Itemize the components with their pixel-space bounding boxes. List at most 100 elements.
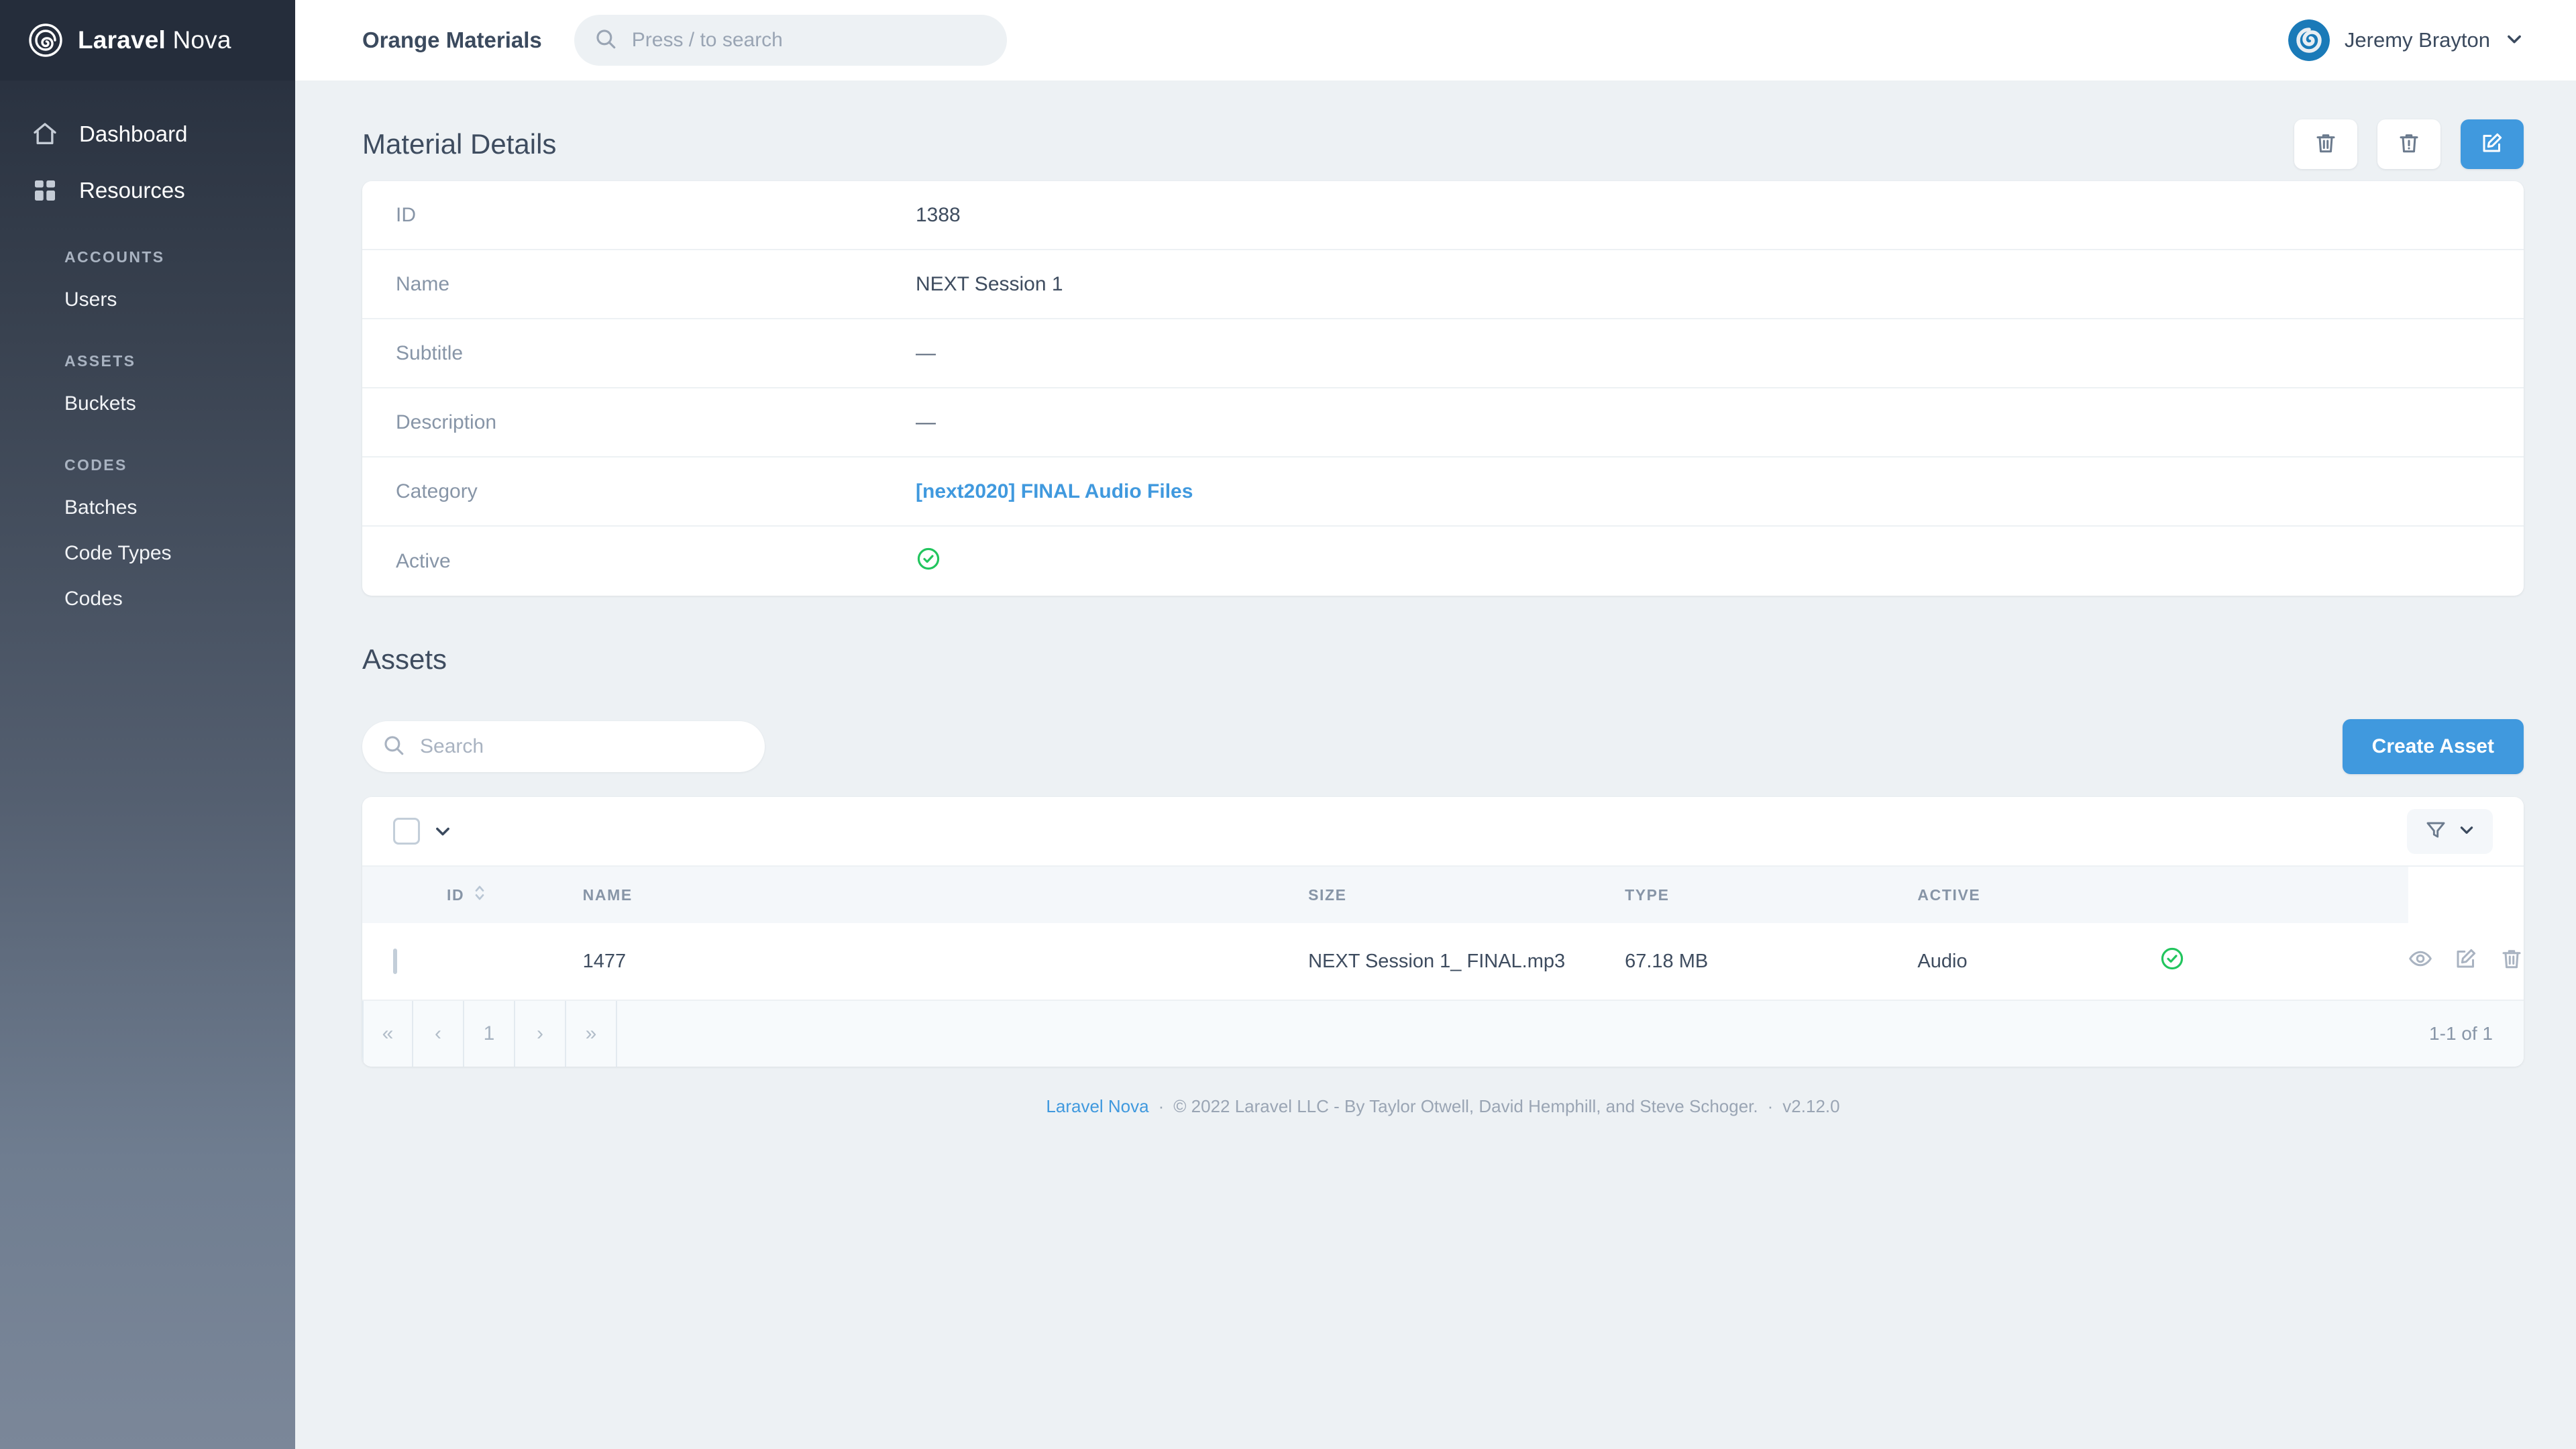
trash-alert-icon [2397, 131, 2421, 158]
material-details-card: ID 1388 Name NEXT Session 1 Subtitle — D… [362, 181, 2524, 596]
trash-icon [2314, 131, 2338, 158]
detail-label: ID [396, 203, 416, 226]
select-all-dropdown-chevron-down-icon[interactable] [433, 822, 452, 841]
pagination-first[interactable]: « [362, 1001, 413, 1067]
sidebar-item-code-types[interactable]: Code Types [0, 531, 295, 576]
assets-table-card: ID NAME SIZE TYPE ACTIVE 1477 NEXT Sessi… [362, 797, 2524, 1067]
table-row[interactable]: 1477 NEXT Session 1_ FINAL.mp3 67.18 MB … [362, 923, 2524, 1001]
pagination-last[interactable]: » [566, 1001, 617, 1067]
sidebar-item-resources[interactable]: Resources [0, 162, 295, 219]
category-link[interactable]: [next2020] FINAL Audio Files [916, 480, 1193, 503]
material-details-header: Material Details [362, 80, 2524, 181]
brand-name-bold: Laravel [78, 26, 166, 54]
chevron-down-icon [2458, 821, 2475, 842]
sidebar-item-label: Dashboard [79, 121, 188, 146]
user-menu[interactable]: Jeremy Brayton [2288, 19, 2524, 61]
brand-name-light: Nova [172, 26, 231, 54]
trash-icon[interactable] [2500, 947, 2524, 976]
edit-pencil-icon [2480, 131, 2504, 158]
sidebar: Laravel Nova Dashboard Resources ACCOUNT… [0, 0, 295, 1449]
detail-label: Active [396, 549, 451, 572]
pagination-next[interactable]: › [515, 1001, 566, 1067]
sidebar-group-assets: ASSETS [64, 352, 136, 370]
cell-size: 67.18 MB [1625, 923, 1918, 1001]
footer-version: v2.12.0 [1782, 1096, 1840, 1116]
assets-table: ID NAME SIZE TYPE ACTIVE 1477 NEXT Sessi… [362, 867, 2524, 1001]
search-icon [594, 28, 617, 54]
assets-toolbar: Search Create Asset [362, 696, 2524, 797]
detail-value-name: NEXT Session 1 [916, 272, 1063, 295]
column-label: NAME [582, 885, 633, 904]
column-header-id[interactable]: ID [362, 867, 583, 923]
assets-title: Assets [362, 643, 447, 675]
app-root: Laravel Nova Dashboard Resources ACCOUNT… [0, 0, 2576, 1449]
detail-value-subtitle: — [916, 341, 936, 364]
cell-active [2159, 923, 2408, 1001]
view-icon[interactable] [2408, 947, 2432, 976]
sort-arrows-icon [474, 883, 486, 907]
detail-row-id: ID 1388 [362, 181, 2524, 250]
user-name-label: Jeremy Brayton [2344, 28, 2490, 52]
sidebar-group-accounts: ACCOUNTS [64, 248, 165, 266]
delete-button[interactable] [2294, 119, 2357, 169]
detail-row-description: Description — [362, 388, 2524, 458]
pagination-controls: « ‹ 1 › » [362, 1001, 617, 1067]
assets-search-placeholder: Search [420, 735, 484, 757]
detail-row-name: Name NEXT Session 1 [362, 250, 2524, 319]
chevron-down-icon [2505, 30, 2524, 52]
create-asset-button[interactable]: Create Asset [2342, 719, 2524, 774]
detail-row-subtitle: Subtitle — [362, 319, 2524, 388]
sidebar-nav: Dashboard Resources ACCOUNTS Users ASSET… [0, 80, 295, 622]
active-status-icon-wrap [916, 546, 941, 577]
global-search-input[interactable]: Press / to search [574, 15, 1007, 66]
sidebar-item-batches[interactable]: Batches [0, 485, 295, 531]
sidebar-item-label: Resources [79, 178, 185, 203]
column-header-active: ACTIVE [1917, 867, 2159, 923]
assets-search-input[interactable]: Search [362, 721, 765, 772]
footer-separator: · [1158, 1096, 1165, 1116]
nova-spiral-logo-icon [28, 23, 63, 58]
check-circle-icon [2159, 947, 2185, 976]
pagination-prev[interactable]: ‹ [413, 1001, 464, 1067]
detail-row-category: Category [next2020] FINAL Audio Files [362, 458, 2524, 527]
footer-nova-link[interactable]: Laravel Nova [1046, 1096, 1148, 1117]
sidebar-item-users[interactable]: Users [0, 277, 295, 323]
row-checkbox[interactable] [393, 948, 397, 974]
assets-table-body: 1477 NEXT Session 1_ FINAL.mp3 67.18 MB … [362, 923, 2524, 1001]
detail-value-description: — [916, 411, 936, 433]
brand-logo-area[interactable]: Laravel Nova [0, 0, 295, 80]
column-label: TYPE [1625, 885, 1670, 904]
pagination-page-1[interactable]: 1 [464, 1001, 515, 1067]
sidebar-group-codes: CODES [64, 456, 127, 474]
sidebar-item-codes[interactable]: Codes [0, 576, 295, 622]
detail-label: Category [396, 480, 478, 502]
footer: Laravel Nova · © 2022 Laravel LLC - By T… [362, 1067, 2524, 1117]
home-icon [31, 120, 59, 148]
select-all-checkbox[interactable] [393, 818, 420, 845]
assets-table-head: ID NAME SIZE TYPE ACTIVE [362, 867, 2524, 923]
filter-button[interactable] [2407, 808, 2493, 854]
detail-label: Description [396, 411, 497, 433]
top-bar: Orange Materials Press / to search Jerem… [295, 0, 2576, 80]
edit-button[interactable] [2461, 119, 2524, 169]
pagination-count: 1-1 of 1 [2429, 1023, 2493, 1044]
column-label: SIZE [1308, 885, 1347, 904]
footer-copyright: © 2022 Laravel LLC - By Taylor Otwell, D… [1173, 1096, 1758, 1116]
grid-icon [31, 176, 59, 205]
page-title: Orange Materials [362, 28, 542, 52]
detail-row-active: Active [362, 527, 2524, 596]
content-area: Orange Materials Press / to search Jerem… [295, 0, 2576, 1449]
assets-table-toolbar [362, 797, 2524, 867]
edit-pencil-icon[interactable] [2454, 947, 2478, 976]
pagination-bar: « ‹ 1 › » 1-1 of 1 [362, 1001, 2524, 1067]
sidebar-item-buckets[interactable]: Buckets [0, 381, 295, 427]
force-delete-button[interactable] [2377, 119, 2440, 169]
detail-value-id: 1388 [916, 203, 961, 226]
footer-separator: · [1767, 1096, 1774, 1116]
global-search-placeholder: Press / to search [631, 29, 783, 51]
brand-name: Laravel Nova [78, 26, 231, 54]
column-header-name: NAME [583, 867, 1308, 923]
column-header-actions [2159, 867, 2408, 923]
sidebar-item-dashboard[interactable]: Dashboard [0, 106, 295, 162]
detail-label: Name [396, 272, 450, 295]
